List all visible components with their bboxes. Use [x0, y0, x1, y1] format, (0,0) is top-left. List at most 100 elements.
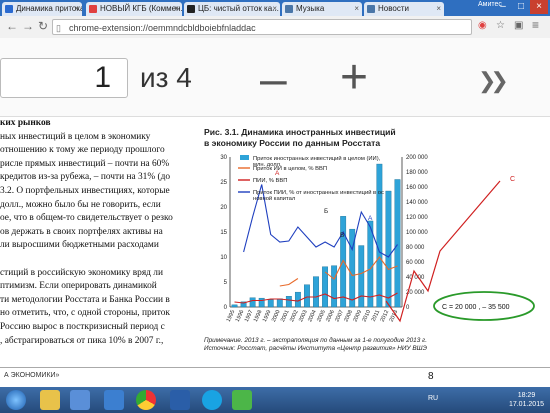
clock[interactable]: 18:29 17.01.2015 — [509, 391, 544, 409]
close-icon[interactable]: × — [74, 2, 79, 16]
tab-music[interactable]: Музыка × — [282, 2, 362, 16]
close-icon[interactable]: × — [272, 2, 277, 16]
tab-label: НОВЫЙ КГБ (Коммен... — [100, 4, 182, 13]
body-text-line: ных инвестиций в целом в экономику — [0, 131, 151, 142]
app-a-icon[interactable] — [232, 390, 252, 410]
back-icon[interactable]: ← — [6, 19, 18, 33]
page-footer: А ЭКОНОМИКИ» 8 — [0, 367, 550, 387]
legend-label: Приток ИИ в целом, % ВВП — [253, 166, 327, 172]
y-tick-label-right: 0 — [406, 305, 410, 311]
body-text-line: но отметить, что, с одной стороны, прито… — [0, 308, 170, 319]
tab-cb[interactable]: ЦБ: чистый отток ка... × — [184, 2, 280, 16]
annotation-label: А — [368, 215, 373, 222]
legend-swatch — [240, 155, 249, 160]
y-tick-label-right: 200 000 — [406, 155, 428, 161]
pdf-document-page: ких рынков ных инвестиций в целом в эконо… — [0, 117, 550, 387]
chrome-icon[interactable] — [136, 390, 156, 410]
maximize-icon[interactable]: □ — [512, 0, 530, 14]
y-tick-label-right: 180 000 — [406, 170, 428, 176]
footer-section-label: А ЭКОНОМИКИ» — [4, 372, 60, 379]
address-bar[interactable]: ▯ chrome-extension://oemmndcbldboiebfnla… — [52, 19, 472, 35]
forward-icon[interactable]: → — [22, 19, 34, 33]
chart-notes: Примечание. 2013 г. – экстраполяция по д… — [204, 337, 427, 353]
page-number-input[interactable]: 1 — [0, 58, 128, 98]
reload-icon[interactable]: ↻ — [38, 19, 48, 33]
start-button-icon[interactable] — [6, 390, 26, 410]
body-text-line: ли выросшими бюджетными расходами — [0, 240, 159, 251]
bar — [385, 190, 392, 308]
chart-note: Примечание. 2013 г. – экстраполяция по д… — [204, 337, 427, 344]
close-icon[interactable]: × — [354, 2, 359, 16]
annotation-label: В — [340, 232, 344, 239]
browser-toolbar: ← → ↻ ▯ chrome-extension://oemmndcbldboi… — [0, 16, 550, 39]
bar — [267, 299, 274, 308]
y-tick-label-right: 160 000 — [406, 185, 428, 191]
extension-icon[interactable]: ◉ — [478, 20, 487, 31]
next-page-chevron-icon[interactable]: ❯❯ — [478, 68, 509, 94]
annotation-label: С — [510, 176, 515, 183]
extension-icon[interactable]: ▣ — [514, 20, 523, 31]
chart-title: Рис. 3.1. Динамика иностранных инвестици… — [204, 127, 396, 149]
tab-label: Музыка — [296, 4, 325, 13]
page-number: 8 — [428, 371, 434, 382]
time: 18:29 — [517, 392, 536, 399]
body-text-line: ти методологии Росстата и Банка России в — [0, 294, 170, 305]
chart-title-line: в экономику России по данным Росстата — [204, 138, 381, 148]
bar — [394, 179, 401, 308]
tab-favicon-icon — [89, 5, 97, 13]
pdf-toolbar: 1 из 4 – + ❯❯ — [0, 38, 550, 117]
y-tick-label-left: 0 — [224, 305, 228, 311]
y-tick-label-left: 30 — [220, 155, 227, 161]
bar — [376, 163, 383, 308]
skype-icon[interactable] — [202, 390, 222, 410]
zoom-out-button[interactable]: – — [260, 52, 287, 107]
file-explorer-icon[interactable] — [40, 390, 60, 410]
chart: 051015202530020 00040 00060 00080 000100… — [220, 155, 535, 323]
app-icon[interactable] — [104, 390, 124, 410]
close-icon[interactable]: × — [174, 2, 179, 16]
page-count-label: из 4 — [140, 62, 192, 93]
bar — [258, 297, 265, 308]
legend-label: Приток ПИИ, % от иностранных инвестиций … — [253, 189, 384, 196]
minimize-icon[interactable]: – — [494, 0, 512, 14]
body-text-line: , абстрагироваться от пика 10% в 2007 г.… — [0, 335, 164, 346]
trend-line — [385, 180, 501, 323]
zoom-in-button[interactable]: + — [340, 50, 368, 105]
y-tick-label-right: 60 000 — [406, 260, 425, 266]
y-tick-label-left: 5 — [224, 280, 228, 286]
bar — [249, 297, 256, 308]
annotation-equation: С = 20 000 , – 35 500 — [442, 304, 510, 311]
tab-news[interactable]: Новости × — [364, 2, 444, 16]
bookmark-star-icon[interactable]: ☆ — [496, 20, 505, 31]
bar — [285, 296, 292, 308]
y-tick-label-right: 100 000 — [406, 230, 428, 236]
bar — [331, 265, 338, 308]
y-tick-label-left: 10 — [220, 255, 227, 261]
media-icon[interactable] — [70, 390, 90, 410]
annotation-label: А — [275, 170, 280, 177]
legend-label: Приток иностранных инвестиций в целом (И… — [253, 155, 381, 162]
tab-label: Новости — [378, 4, 409, 13]
body-text-line: 3.2. О портфельных инвестициях, которые — [0, 185, 170, 196]
y-tick-label-left: 25 — [220, 180, 227, 186]
address-text: chrome-extension://oemmndcbldboiebfnladd… — [69, 23, 256, 33]
language-indicator[interactable]: RU — [428, 395, 438, 402]
close-icon[interactable]: × — [436, 2, 441, 16]
body-text-line: рисле прямых инвестиций – почти на 60% — [0, 158, 170, 169]
window-close-icon[interactable]: × — [530, 0, 548, 14]
body-text-line: птимизм. Если оперировать динамикой — [0, 281, 157, 292]
menu-icon[interactable]: ≡ — [532, 18, 539, 32]
legend-label: ПИИ, % ВВП — [253, 178, 287, 184]
body-text-line: Россию вырос в посткризисный период с — [0, 321, 165, 332]
y-tick-label-right: 80 000 — [406, 245, 425, 251]
body-text-line — [0, 253, 198, 267]
word-icon[interactable] — [170, 390, 190, 410]
tab-dynamics[interactable]: Динамика притока ... × — [2, 2, 82, 16]
body-text-line: кредитов из-за рубежа, – почти на 31% (д… — [0, 172, 171, 183]
body-text-line: ких рынков — [0, 118, 51, 128]
chart-title-line: Рис. 3.1. Динамика иностранных инвестици… — [204, 127, 396, 137]
windows-taskbar: RU 18:29 17.01.2015 — [0, 387, 550, 413]
tab-kgb[interactable]: НОВЫЙ КГБ (Коммен... × — [86, 2, 182, 16]
bar — [358, 245, 365, 308]
bar — [304, 284, 310, 308]
